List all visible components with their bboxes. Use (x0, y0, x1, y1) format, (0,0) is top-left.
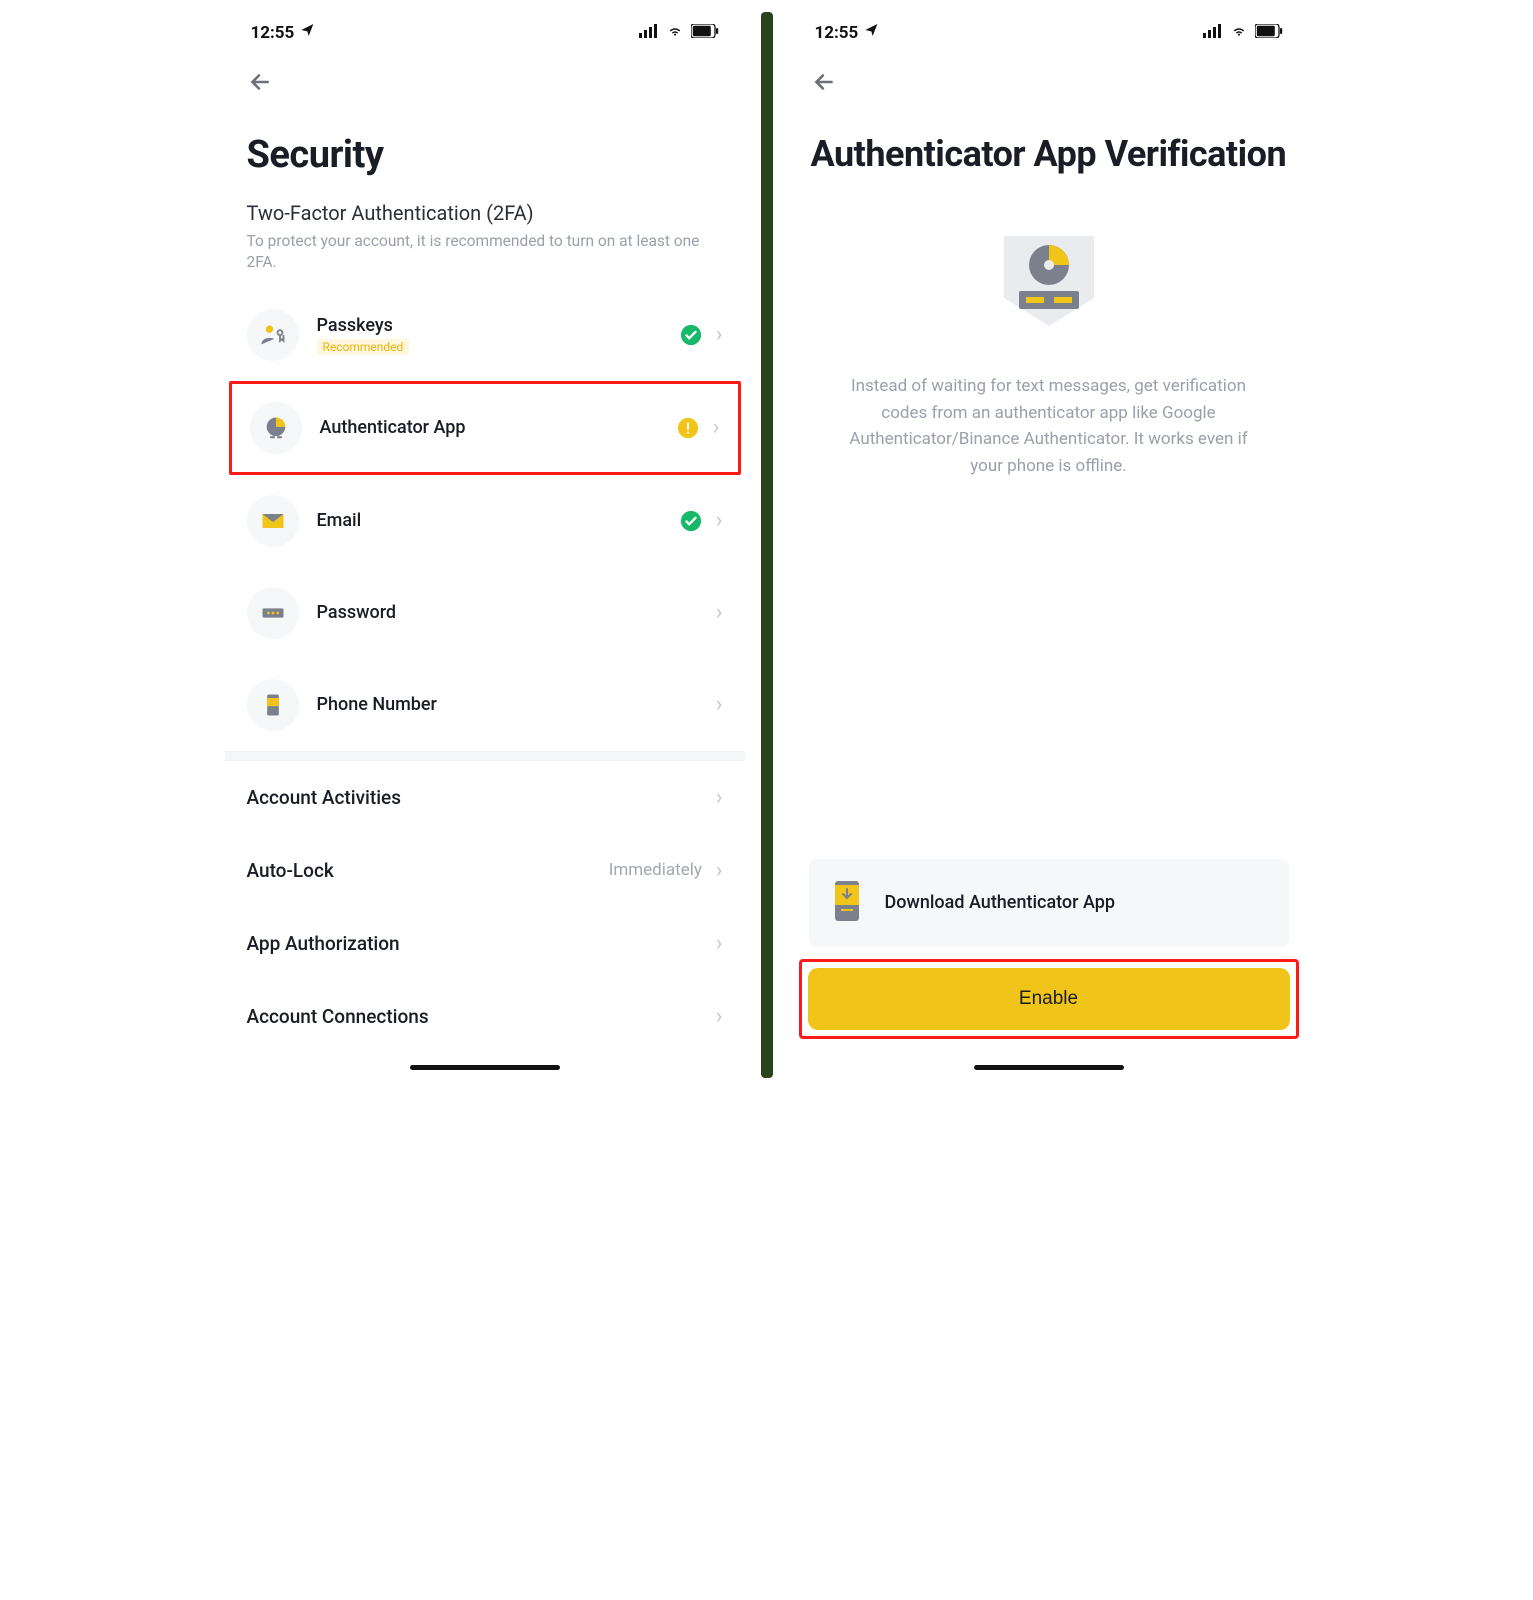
row-label: Passkeys (317, 315, 662, 336)
home-indicator (410, 1065, 560, 1070)
security-screen: 12:55 Security Two-Factor Authentication… (225, 12, 745, 1078)
back-button[interactable] (247, 80, 273, 99)
chevron-right-icon: › (716, 600, 723, 625)
section-desc: To protect your account, it is recommend… (225, 227, 745, 289)
authenticator-illustration: Instead of waiting for text messages, ge… (789, 185, 1309, 488)
authenticator-verification-screen: 12:55 Authenticator App Verification (789, 12, 1309, 1078)
enable-button[interactable]: Enable (808, 968, 1290, 1030)
chevron-right-icon: › (716, 785, 723, 810)
password-icon (247, 587, 299, 639)
section-title: Two-Factor Authentication (2FA) (225, 187, 745, 227)
row-password[interactable]: Password › (225, 567, 745, 659)
row-authenticator-app[interactable]: Authenticator App › (229, 381, 741, 475)
status-bar: 12:55 (789, 12, 1309, 51)
download-icon (827, 879, 867, 927)
passkeys-icon (247, 309, 299, 361)
chevron-right-icon: › (716, 1004, 723, 1029)
phone-icon (247, 679, 299, 731)
check-icon (680, 324, 702, 346)
row-label: App Authorization (247, 932, 400, 955)
row-auto-lock[interactable]: Auto-Lock Immediately › (225, 834, 745, 907)
row-label: Phone Number (317, 694, 698, 715)
wifi-icon (1229, 23, 1249, 43)
wifi-icon (665, 23, 685, 43)
home-indicator (974, 1065, 1124, 1070)
chevron-right-icon: › (716, 692, 723, 717)
row-app-authorization[interactable]: App Authorization › (225, 907, 745, 980)
description-text: Instead of waiting for text messages, ge… (811, 355, 1287, 478)
row-value: Immediately (609, 860, 702, 880)
signal-icon (639, 23, 659, 43)
status-bar: 12:55 (225, 12, 745, 51)
section-separator (225, 751, 745, 761)
chevron-right-icon: › (713, 415, 720, 440)
status-time: 12:55 (251, 23, 295, 43)
row-label: Auto-Lock (247, 859, 334, 882)
row-account-connections[interactable]: Account Connections › (225, 980, 745, 1053)
row-label: Authenticator App (320, 417, 659, 438)
chevron-right-icon: › (716, 931, 723, 956)
download-label: Download Authenticator App (885, 892, 1116, 913)
page-title: Security (225, 107, 745, 187)
page-title: Authenticator App Verification (789, 107, 1309, 185)
email-icon (247, 495, 299, 547)
warning-icon (677, 417, 699, 439)
row-label: Account Activities (247, 786, 402, 809)
row-account-activities[interactable]: Account Activities › (225, 761, 745, 834)
chevron-right-icon: › (716, 322, 723, 347)
row-phone-number[interactable]: Phone Number › (225, 659, 745, 751)
chevron-right-icon: › (716, 858, 723, 883)
check-icon (680, 510, 702, 532)
location-icon (300, 22, 316, 43)
row-email[interactable]: Email › (225, 475, 745, 567)
back-button[interactable] (811, 80, 837, 99)
row-passkeys[interactable]: Passkeys Recommended › (225, 289, 745, 381)
chevron-right-icon: › (716, 508, 723, 533)
authenticator-icon (250, 402, 302, 454)
row-label: Email (317, 510, 662, 531)
signal-icon (1203, 23, 1223, 43)
row-label: Password (317, 602, 698, 623)
enable-highlight: Enable (799, 959, 1299, 1039)
status-time: 12:55 (815, 23, 859, 43)
row-label: Account Connections (247, 1005, 429, 1028)
battery-icon (691, 23, 719, 43)
location-icon (864, 22, 880, 43)
recommended-badge: Recommended (317, 339, 410, 355)
download-authenticator-row[interactable]: Download Authenticator App (809, 859, 1289, 947)
battery-icon (1255, 23, 1283, 43)
screens-divider (761, 12, 773, 1078)
